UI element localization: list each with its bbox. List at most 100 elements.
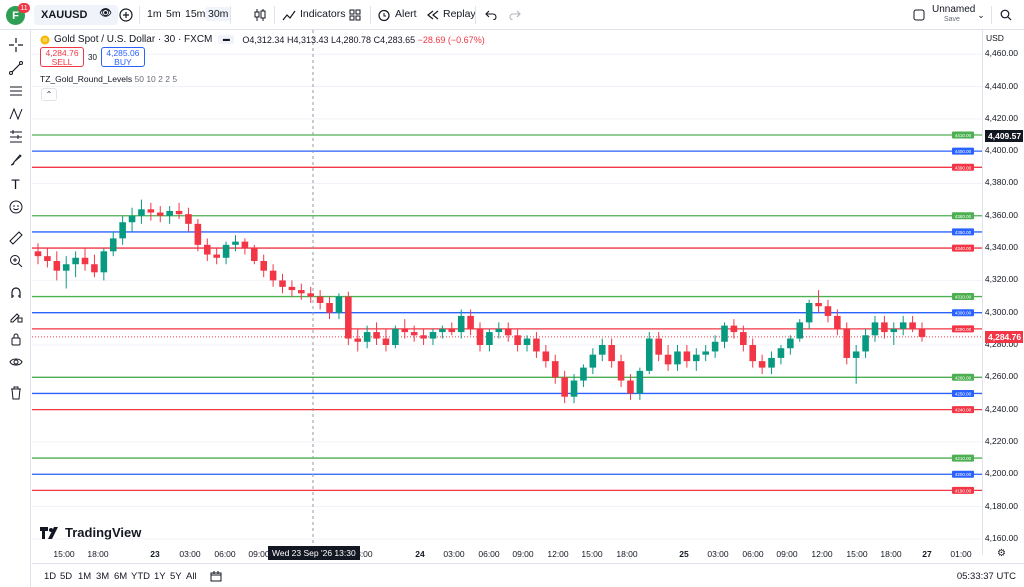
candle-body[interactable] bbox=[392, 328, 399, 345]
candle-body[interactable] bbox=[354, 338, 362, 342]
candle-body[interactable] bbox=[109, 238, 117, 252]
range-all[interactable]: All bbox=[186, 571, 197, 582]
layout-save[interactable]: Save bbox=[944, 16, 960, 23]
candle-body[interactable] bbox=[410, 332, 418, 336]
candle-body[interactable] bbox=[636, 370, 644, 394]
candle-body[interactable] bbox=[608, 345, 615, 362]
forecast-icon[interactable] bbox=[6, 127, 25, 146]
candle-body[interactable] bbox=[81, 257, 89, 265]
candle-body[interactable] bbox=[815, 303, 822, 307]
redo-icon[interactable] bbox=[506, 6, 524, 24]
trend-line-icon[interactable] bbox=[6, 58, 25, 77]
candle-body[interactable] bbox=[44, 256, 51, 261]
magnet-icon[interactable] bbox=[6, 283, 25, 302]
candle-body[interactable] bbox=[570, 380, 578, 397]
candle-body[interactable] bbox=[514, 335, 521, 345]
candle-body[interactable] bbox=[279, 280, 286, 287]
candle-body[interactable] bbox=[213, 254, 220, 258]
price-chart[interactable]: 4410.00 4400.00 4390.00 4360.00 4350.00 4340.… bbox=[32, 30, 982, 555]
candle-body[interactable] bbox=[401, 328, 409, 333]
candle-body[interactable] bbox=[909, 322, 916, 329]
candle-body[interactable] bbox=[740, 332, 747, 345]
chevron-down-icon[interactable]: ⌄ bbox=[972, 6, 990, 24]
candle-body[interactable] bbox=[194, 223, 202, 245]
candle-body[interactable] bbox=[335, 296, 343, 313]
indicators-button[interactable]: Indicators bbox=[300, 8, 346, 20]
timeframe-30m[interactable]: 30m bbox=[205, 7, 232, 21]
trash-icon[interactable] bbox=[6, 383, 25, 402]
fib-lines-icon[interactable] bbox=[6, 81, 25, 100]
layout-grid-icon[interactable] bbox=[346, 6, 364, 24]
candle-body[interactable] bbox=[777, 348, 785, 358]
replay-icon[interactable] bbox=[424, 6, 442, 24]
candle-body[interactable] bbox=[373, 332, 380, 339]
symbol-title[interactable]: Gold Spot / U.S. Dollar · 30 · FXCM bbox=[54, 34, 212, 45]
market-status-icon[interactable]: ▬ bbox=[218, 35, 235, 44]
replay-button[interactable]: Replay bbox=[443, 8, 476, 20]
currency-label[interactable]: USD bbox=[986, 33, 1004, 43]
indicator-legend[interactable]: TZ_Gold_Round_Levels 50 10 2 2 5 bbox=[40, 74, 177, 84]
candle-body[interactable] bbox=[34, 251, 42, 257]
add-symbol-icon[interactable] bbox=[117, 6, 135, 24]
text-icon[interactable]: T bbox=[6, 174, 25, 193]
candle-body[interactable] bbox=[486, 332, 493, 345]
candle-body[interactable] bbox=[175, 210, 183, 215]
candle-body[interactable] bbox=[711, 341, 719, 352]
candle-body[interactable] bbox=[439, 328, 446, 333]
layout-name[interactable]: Unnamed bbox=[932, 5, 975, 15]
candle-body[interactable] bbox=[852, 351, 860, 358]
candle-body[interactable] bbox=[890, 328, 898, 333]
search-icon[interactable] bbox=[997, 6, 1015, 24]
candle-body[interactable] bbox=[768, 357, 775, 368]
candle-body[interactable] bbox=[749, 345, 757, 362]
crosshair-icon[interactable] bbox=[6, 35, 25, 54]
range-3m[interactable]: 3M bbox=[96, 571, 109, 582]
candle-body[interactable] bbox=[580, 367, 587, 381]
candle-body[interactable] bbox=[617, 361, 625, 381]
candle-body[interactable] bbox=[241, 241, 249, 249]
emoji-icon[interactable] bbox=[6, 197, 25, 216]
range-6m[interactable]: 6M bbox=[114, 571, 127, 582]
candle-body[interactable] bbox=[693, 354, 700, 362]
candle-body[interactable] bbox=[53, 261, 61, 271]
candle-body[interactable] bbox=[476, 328, 484, 345]
candle-body[interactable] bbox=[100, 251, 108, 273]
candle-body[interactable] bbox=[598, 345, 606, 355]
candle-body[interactable] bbox=[185, 214, 192, 224]
calendar-icon[interactable] bbox=[210, 571, 222, 585]
pattern-icon[interactable] bbox=[6, 104, 25, 123]
candle-body[interactable] bbox=[899, 322, 907, 329]
candle-body[interactable] bbox=[316, 296, 324, 303]
candle-body[interactable] bbox=[91, 264, 98, 273]
range-1m[interactable]: 1M bbox=[78, 571, 91, 582]
candle-body[interactable] bbox=[824, 306, 832, 316]
symbol-search[interactable]: XAUUSD 👁 bbox=[34, 5, 118, 25]
candle-body[interactable] bbox=[843, 328, 851, 358]
candle-body[interactable] bbox=[561, 377, 568, 397]
candle-body[interactable] bbox=[495, 328, 503, 333]
candle-body[interactable] bbox=[589, 354, 597, 368]
candle-body[interactable] bbox=[128, 215, 136, 223]
candle-body[interactable] bbox=[645, 338, 653, 371]
candle-body[interactable] bbox=[72, 257, 79, 265]
candle-body[interactable] bbox=[542, 351, 550, 362]
candle-body[interactable] bbox=[655, 338, 662, 355]
utc-clock[interactable]: 05:33:37 UTC bbox=[957, 571, 1016, 582]
price-axis[interactable]: 4,160.00 4,180.00 4,200.00 4,220.00 4,240.00… bbox=[982, 30, 1024, 555]
range-5d[interactable]: 5D bbox=[60, 571, 72, 582]
candle-body[interactable] bbox=[345, 296, 352, 339]
candle-body[interactable] bbox=[420, 335, 427, 339]
checkbox-icon[interactable] bbox=[910, 6, 928, 24]
ruler-icon[interactable] bbox=[6, 228, 25, 247]
candle-body[interactable] bbox=[62, 264, 70, 271]
candle-body[interactable] bbox=[862, 335, 869, 352]
gear-icon[interactable]: ⚙ bbox=[997, 548, 1006, 559]
candle-body[interactable] bbox=[504, 328, 512, 336]
candle-body[interactable] bbox=[288, 286, 296, 291]
candle-body[interactable] bbox=[551, 361, 559, 378]
lock-pencil-icon[interactable] bbox=[6, 306, 25, 325]
candle-body[interactable] bbox=[326, 303, 333, 313]
timeframe-1m[interactable]: 1m bbox=[144, 7, 165, 21]
candle-body[interactable] bbox=[232, 241, 239, 245]
sell-button[interactable]: 4,284.76 SELL bbox=[40, 47, 84, 67]
